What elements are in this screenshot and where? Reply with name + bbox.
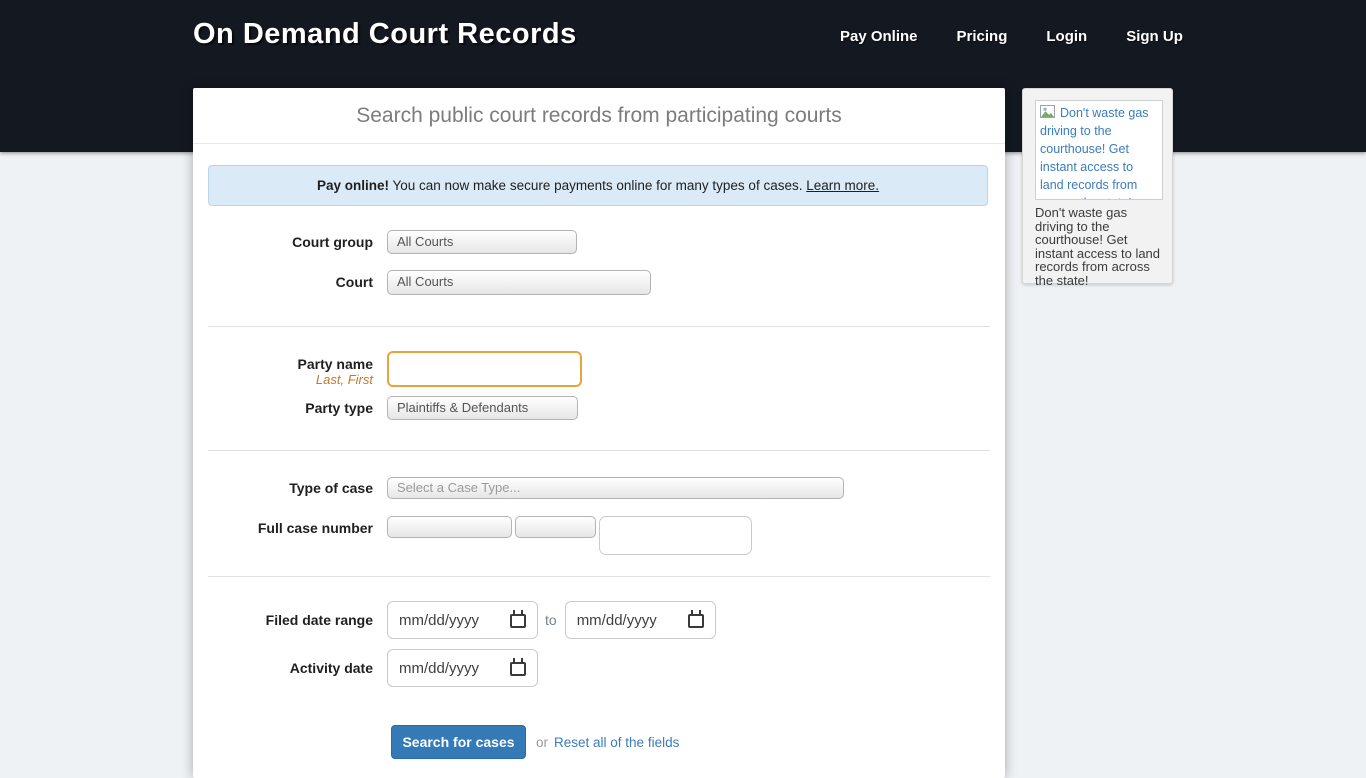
calendar-icon[interactable] <box>510 662 526 676</box>
filed-date-from-placeholder: mm/dd/yyyy <box>399 612 479 629</box>
party-type-label: Party type <box>193 396 373 420</box>
nav-pricing[interactable]: Pricing <box>957 28 1008 45</box>
party-name-label: Party name <box>193 356 373 372</box>
case-type-label: Type of case <box>193 477 373 499</box>
case-number-row: Full case number <box>193 516 752 555</box>
section-divider <box>208 450 990 451</box>
broken-image-icon <box>1040 105 1057 119</box>
party-name-input[interactable] <box>387 351 582 387</box>
party-name-hint: Last, First <box>193 372 373 387</box>
ad-caption-text: Don't waste gas driving to the courthous… <box>1035 206 1167 288</box>
case-number-part3-input[interactable] <box>599 516 752 555</box>
filed-date-to-placeholder: mm/dd/yyyy <box>577 612 657 629</box>
actions-row: Search for cases or Reset all of the fie… <box>193 725 679 759</box>
ad-image-alt-text: Don't waste gas driving to the courthous… <box>1040 106 1149 200</box>
court-select[interactable]: All Courts <box>387 270 651 295</box>
activity-date-input[interactable]: mm/dd/yyyy <box>387 649 538 687</box>
nav-login[interactable]: Login <box>1046 28 1087 45</box>
nav-sign-up[interactable]: Sign Up <box>1126 28 1183 45</box>
pay-online-banner: Pay online! You can now make secure paym… <box>208 165 988 206</box>
banner-bold-text: Pay online! <box>317 178 389 193</box>
court-label: Court <box>193 270 373 295</box>
date-range-joiner: to <box>545 612 557 628</box>
party-name-label-group: Party name Last, First <box>193 351 373 387</box>
ad-broken-image-link[interactable]: Don't waste gas driving to the courthous… <box>1035 100 1163 200</box>
activity-date-label: Activity date <box>193 649 373 687</box>
site-brand: On Demand Court Records <box>193 18 577 51</box>
banner-message: You can now make secure payments online … <box>389 178 806 193</box>
filed-date-row: Filed date range mm/dd/yyyy to mm/dd/yyy… <box>193 601 716 639</box>
court-group-row: Court group All Courts <box>193 230 577 254</box>
nav-pay-online[interactable]: Pay Online <box>840 28 918 45</box>
case-number-label: Full case number <box>193 516 373 555</box>
activity-date-row: Activity date mm/dd/yyyy <box>193 649 538 687</box>
filed-date-from-input[interactable]: mm/dd/yyyy <box>387 601 538 639</box>
court-group-label: Court group <box>193 230 373 254</box>
sidebar-ad-widget: Don't waste gas driving to the courthous… <box>1022 88 1173 284</box>
party-type-row: Party type Plaintiffs & Defendants <box>193 396 578 420</box>
top-nav: Pay Online Pricing Login Sign Up <box>840 28 1183 45</box>
activity-date-placeholder: mm/dd/yyyy <box>399 660 479 677</box>
section-divider <box>208 576 990 577</box>
calendar-icon[interactable] <box>688 614 704 628</box>
learn-more-link[interactable]: Learn more. <box>806 178 879 193</box>
actions-separator: or <box>536 735 548 750</box>
party-name-row: Party name Last, First <box>193 351 582 387</box>
case-type-select[interactable]: Select a Case Type... <box>387 477 844 499</box>
filed-date-to-input[interactable]: mm/dd/yyyy <box>565 601 716 639</box>
case-type-row: Type of case Select a Case Type... <box>193 477 844 499</box>
section-divider <box>208 326 990 327</box>
case-number-part2-input[interactable] <box>515 516 596 538</box>
party-type-select[interactable]: Plaintiffs & Defendants <box>387 396 578 420</box>
actions-label-spacer <box>193 725 373 759</box>
court-row: Court All Courts <box>193 270 651 295</box>
search-for-cases-button[interactable]: Search for cases <box>391 725 526 759</box>
calendar-icon[interactable] <box>510 614 526 628</box>
filed-date-label: Filed date range <box>193 601 373 639</box>
case-number-part1-input[interactable] <box>387 516 512 538</box>
page-title: Search public court records from partici… <box>356 104 842 128</box>
reset-fields-link[interactable]: Reset all of the fields <box>554 735 679 750</box>
search-panel-header: Search public court records from partici… <box>193 88 1005 144</box>
search-panel: Search public court records from partici… <box>193 88 1005 778</box>
court-group-select[interactable]: All Courts <box>387 230 577 254</box>
